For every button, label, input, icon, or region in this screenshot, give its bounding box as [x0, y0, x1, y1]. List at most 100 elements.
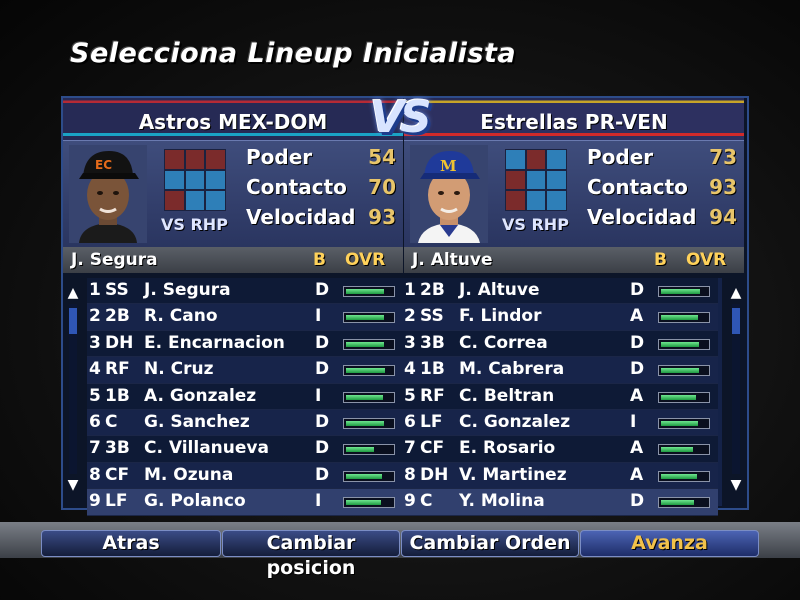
ovr-rating-fill — [346, 289, 384, 294]
scroll-down-icon[interactable]: ▼ — [729, 478, 743, 492]
stat-label: Velocidad — [246, 205, 356, 229]
player-bats: A — [630, 438, 644, 459]
lineup-row[interactable]: 4 RF N. Cruz D — [87, 357, 403, 384]
player-name: G. Polanco — [144, 491, 246, 512]
player-name: J. Segura — [144, 280, 231, 300]
advance-button[interactable]: Avanza — [580, 530, 759, 557]
lineup-row[interactable]: 7 CF E. Rosario A — [402, 436, 718, 463]
home-team-stats: EC VS RHP Poder 54 Contacto 70 Velocidad… — [63, 140, 403, 247]
ovr-rating-bar — [343, 497, 395, 509]
ovr-rating-fill — [661, 289, 700, 294]
home-player-portrait: EC — [69, 145, 147, 243]
lineup-row[interactable]: 3 3B C. Correa D — [402, 330, 718, 358]
lineup-row[interactable]: 2 2B R. Cano I — [87, 304, 403, 331]
lineup-row[interactable]: 9 LF G. Polanco I — [87, 489, 403, 516]
lineup-row[interactable]: 8 DH V. Martinez A — [402, 462, 718, 490]
stat-label: Poder — [587, 145, 654, 169]
lineup-row[interactable]: 2 SS F. Lindor A — [402, 304, 718, 331]
batting-order-number: 3 — [404, 332, 416, 353]
home-team-banner: Astros MEX-DOM — [63, 98, 403, 140]
stat-value: 93 — [709, 175, 737, 199]
stat-value: 70 — [368, 175, 396, 199]
ovr-rating-fill — [346, 473, 382, 479]
scroll-thumb[interactable] — [69, 308, 77, 334]
ovr-rating-fill — [661, 341, 699, 347]
stat-label: Contacto — [587, 175, 688, 199]
scroll-up-icon[interactable]: ▲ — [729, 286, 743, 300]
ovr-rating-bar — [343, 286, 395, 297]
stat-label: Poder — [246, 145, 313, 169]
batting-order-number: 4 — [89, 359, 101, 380]
player-name: V. Martinez — [459, 464, 567, 485]
ovr-rating-bar — [658, 470, 710, 482]
lineup-row[interactable]: 1 2B J. Altuve D — [402, 278, 718, 305]
away-selected-player-bar: J. Altuve B OVR — [404, 247, 744, 273]
stat-power: Poder 73 — [587, 145, 737, 175]
player-bats: A — [630, 464, 644, 485]
hot-zone-grid — [164, 149, 226, 211]
ovr-rating-fill — [661, 420, 698, 426]
ovr-rating-bar — [343, 391, 395, 403]
scroll-up-icon[interactable]: ▲ — [66, 286, 80, 300]
player-position: CF — [105, 464, 130, 485]
batting-order-number: 7 — [89, 438, 101, 459]
stat-speed: Velocidad 94 — [587, 205, 737, 235]
player-name: C. Correa — [459, 332, 548, 353]
player-position: RF — [420, 385, 445, 406]
player-name: M. Ozuna — [144, 464, 234, 485]
ovr-rating-fill — [661, 368, 699, 374]
ovr-rating-bar — [658, 338, 710, 350]
lineup-row[interactable]: 7 3B C. Villanueva D — [87, 436, 403, 463]
lineup-row[interactable]: 5 RF C. Beltran A — [402, 383, 718, 410]
ovr-rating-bar — [343, 312, 395, 324]
lineup-row[interactable]: 9 C Y. Molina D — [402, 489, 718, 516]
ovr-rating-fill — [346, 341, 384, 347]
lineup-row[interactable]: 1 SS J. Segura D — [87, 278, 403, 305]
player-position: LF — [420, 411, 443, 432]
player-position: CF — [420, 438, 445, 459]
change-position-button[interactable]: Cambiar posicion — [222, 530, 400, 579]
ovr-rating-fill — [661, 473, 697, 479]
lineup-row[interactable]: 4 1B M. Cabrera D — [402, 357, 718, 384]
lineup-row[interactable]: 6 C G. Sanchez D — [87, 409, 403, 437]
away-player-portrait: M — [410, 145, 488, 243]
home-team-panel: Astros MEX-DOM EC VS RHP Poder 54 Contac… — [63, 98, 403, 247]
player-bats: D — [315, 411, 330, 432]
ovr-rating-fill — [346, 447, 374, 453]
player-bats: D — [630, 332, 645, 353]
player-name: E. Encarnacion — [144, 332, 285, 353]
scroll-down-icon[interactable]: ▼ — [66, 478, 80, 492]
batting-order-number: 8 — [404, 464, 416, 485]
ovr-rating-fill — [346, 394, 383, 400]
player-bats: I — [630, 411, 637, 432]
player-bats: D — [315, 332, 330, 353]
home-lineup-scrollbar[interactable]: ▲ ▼ — [66, 286, 80, 492]
player-position: 1B — [420, 359, 445, 380]
player-name: A. Gonzalez — [144, 385, 257, 406]
lineup-row[interactable]: 3 DH E. Encarnacion D — [87, 330, 403, 358]
bats-header: B — [313, 250, 326, 270]
batting-order-number: 6 — [404, 411, 416, 432]
stat-contact: Contacto 93 — [587, 175, 737, 205]
back-button[interactable]: Atras — [41, 530, 221, 557]
scroll-thumb[interactable] — [732, 308, 740, 334]
batting-order-number: 1 — [404, 280, 416, 300]
change-order-button[interactable]: Cambiar Orden — [401, 530, 579, 557]
player-position: DH — [420, 464, 449, 485]
player-name: F. Lindor — [459, 306, 542, 327]
player-name: C. Villanueva — [144, 438, 269, 459]
player-bats: I — [315, 491, 322, 512]
bats-header: B — [654, 250, 667, 270]
player-bats: D — [315, 280, 330, 300]
ovr-header: OVR — [686, 250, 727, 270]
stat-value: 73 — [709, 145, 737, 169]
away-lineup-scrollbar[interactable]: ▲ ▼ — [729, 286, 743, 492]
ovr-rating-fill — [346, 368, 385, 374]
away-team-name: Estrellas PR-VEN — [480, 110, 668, 134]
lineup-row[interactable]: 5 1B A. Gonzalez I — [87, 383, 403, 410]
player-name: E. Rosario — [459, 438, 556, 459]
player-name: G. Sanchez — [144, 411, 250, 432]
ovr-rating-bar — [343, 444, 395, 456]
lineup-row[interactable]: 8 CF M. Ozuna D — [87, 462, 403, 490]
lineup-row[interactable]: 6 LF C. Gonzalez I — [402, 409, 718, 437]
